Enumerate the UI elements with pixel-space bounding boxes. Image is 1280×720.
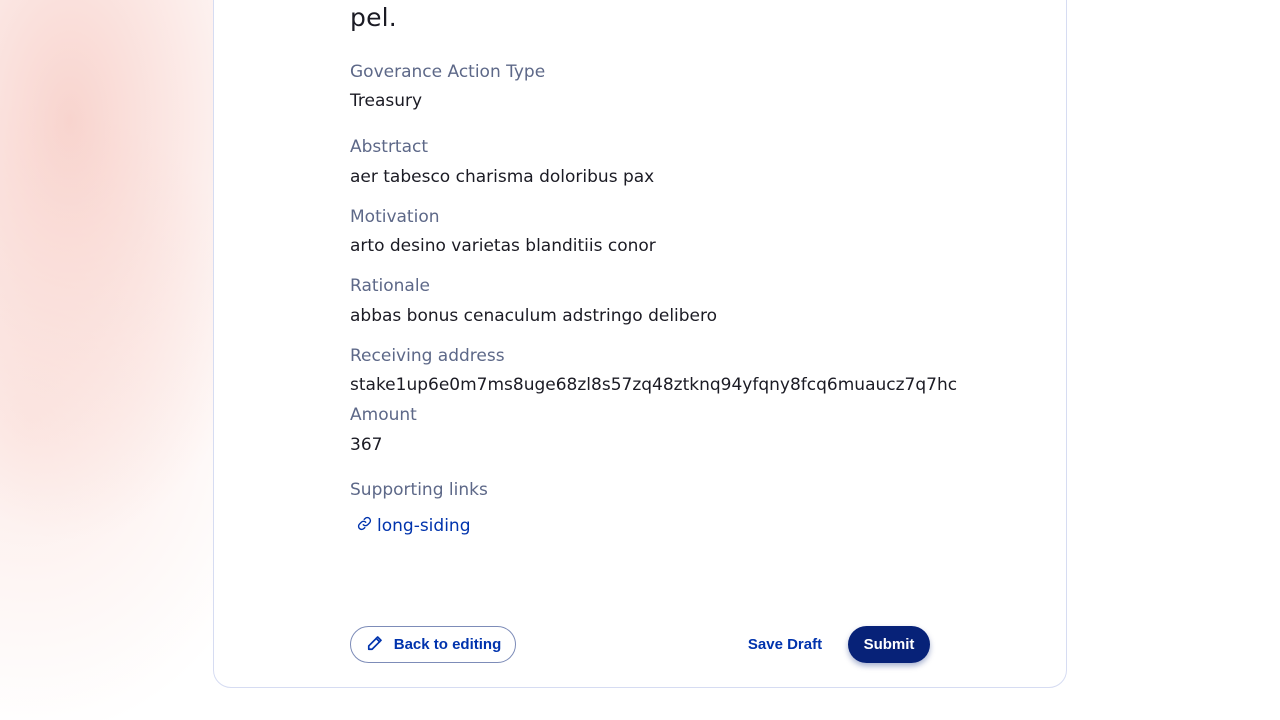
pencil-icon	[365, 633, 385, 657]
submit-button[interactable]: Submit	[848, 626, 930, 663]
link-icon	[357, 516, 372, 536]
back-to-editing-button[interactable]: Back to editing	[350, 626, 516, 663]
save-draft-button[interactable]: Save Draft	[740, 626, 830, 663]
field-label-amount: Amount	[350, 405, 417, 425]
field-label-receiving-address: Receiving address	[350, 346, 505, 366]
field-label-action-type: Goverance Action Type	[350, 62, 546, 82]
field-value-rationale: abbas bonus cenaculum adstringo delibero	[350, 306, 718, 326]
field-label-motivation: Motivation	[350, 207, 440, 227]
field-value-action-type: Treasury	[350, 91, 423, 111]
back-to-editing-label: Back to editing	[393, 636, 502, 653]
review-card	[213, 0, 1067, 688]
field-value-receiving-address: stake1up6e0m7ms8uge68zl8s57zq48ztknq94yf…	[350, 375, 958, 395]
field-value-abstract: aer tabesco charisma doloribus pax	[350, 167, 655, 187]
field-value-amount: 367	[350, 435, 383, 455]
proposal-title: pel.	[350, 3, 397, 32]
field-label-rationale: Rationale	[350, 276, 431, 296]
field-value-motivation: arto desino varietas blanditiis conor	[350, 236, 656, 256]
field-label-abstract: Abstrtact	[350, 137, 429, 157]
page: pel. Goverance Action Type Treasury Abst…	[0, 0, 1280, 720]
supporting-link-text[interactable]: long-siding	[377, 516, 470, 536]
supporting-link-item[interactable]: long-siding	[357, 516, 470, 536]
supporting-links-label: Supporting links	[350, 480, 488, 500]
